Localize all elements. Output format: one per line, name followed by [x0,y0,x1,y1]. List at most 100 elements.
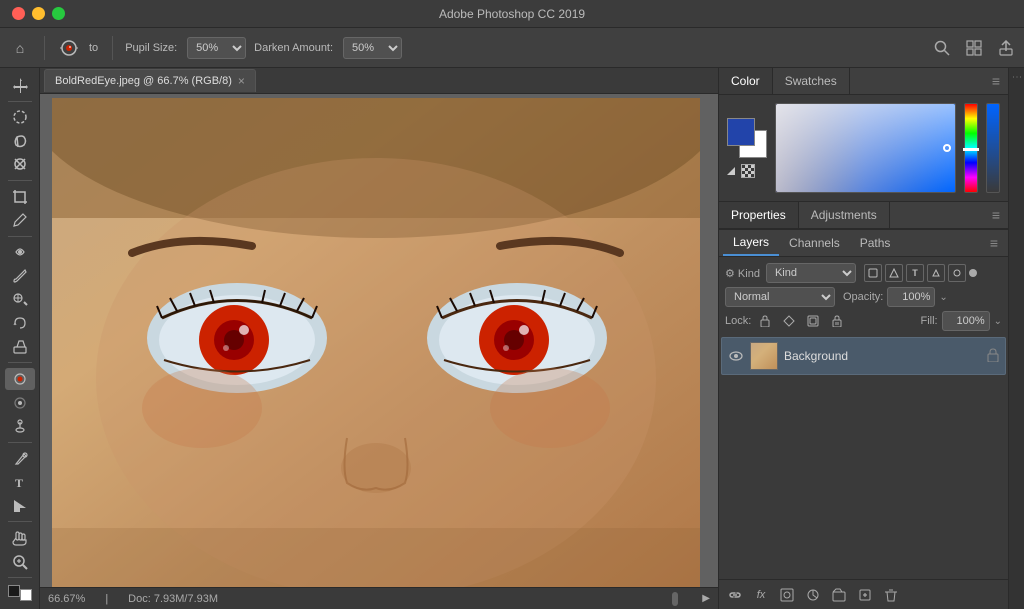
path-select-tool[interactable] [5,495,35,517]
hue-slider[interactable] [964,103,978,193]
opacity-value[interactable]: 100% [887,287,935,307]
close-button[interactable] [12,7,25,20]
color-tab[interactable]: Color [719,68,773,94]
layers-panel-options[interactable]: ≡ [984,235,1004,251]
pixel-filter-icon[interactable] [864,264,882,282]
blend-mode-select[interactable]: Normal Multiply Screen Overlay Soft Ligh… [725,287,835,307]
visibility-toggle[interactable] [728,348,744,364]
lasso-tool[interactable] [5,130,35,152]
fill-stepper[interactable]: ⌄ [994,316,1002,327]
zoom-tool[interactable] [5,551,35,573]
marquee-tool[interactable] [5,106,35,128]
lock-label: Lock: [725,315,751,327]
opacity-stepper[interactable]: ⌄ [939,292,947,303]
layers-tabs: Layers Channels Paths ≡ [719,230,1008,257]
lock-all-icon[interactable] [827,312,847,330]
lock-row: Lock: [725,311,1002,331]
maximize-button[interactable] [52,7,65,20]
properties-tabs: Properties Adjustments ≡ [719,202,1008,229]
brush-tool[interactable] [5,265,35,287]
properties-panel-options[interactable]: ≡ [984,207,1008,223]
to-label: to [89,42,98,54]
layer-thumb-image [751,343,777,369]
darken-amount-select[interactable]: 50% 25% 75% 100% [343,37,402,59]
crop-tool[interactable] [5,186,35,208]
tool-separator-4 [8,362,32,363]
search-icon[interactable] [932,38,952,58]
swatches-tab[interactable]: Swatches [773,68,850,94]
properties-panel: Properties Adjustments ≡ [719,202,1008,230]
dodge-tool[interactable] [5,415,35,437]
adjustments-tab[interactable]: Adjustments [799,202,890,228]
fill-value[interactable]: 100% [942,311,990,331]
paths-tab[interactable]: Paths [850,231,901,255]
kind-row: ⚙ Kind Kind Name Effect T [725,263,1002,283]
toolbar-separator-2 [112,36,113,60]
kind-select[interactable]: Kind Name Effect [766,263,856,283]
tool-separator-6 [8,521,32,522]
color-panel-tabs: Color Swatches ≡ [719,68,1008,95]
move-tool[interactable] [5,74,35,96]
layers-controls: ⚙ Kind Kind Name Effect T [719,257,1008,335]
color-panel-options[interactable]: ≡ [984,73,1008,89]
layer-link-icon[interactable] [725,585,745,605]
pen-tool[interactable] [5,448,35,470]
lock-position-icon[interactable] [779,312,799,330]
tab-bar: BoldRedEye.jpeg @ 66.7% (RGB/8) × [40,68,718,94]
foreground-color-swatch[interactable] [727,118,755,146]
blend-mode-row: Normal Multiply Screen Overlay Soft Ligh… [725,287,1002,307]
eyedropper-tool[interactable] [5,209,35,231]
panel-collapse-dots[interactable]: ⋮ [1011,72,1022,84]
redeye-tool-icon[interactable] [57,36,81,60]
kind-label: ⚙ Kind [725,267,760,280]
delete-layer-icon[interactable] [881,585,901,605]
tab-close-button[interactable]: × [238,74,245,88]
new-group-icon[interactable] [829,585,849,605]
document-tab[interactable]: BoldRedEye.jpeg @ 66.7% (RGB/8) × [44,69,256,92]
hand-tool[interactable] [5,527,35,549]
fx-icon[interactable]: fx [751,585,771,605]
color-picker-cursor [943,144,951,152]
opacity-label: Opacity: [843,291,883,303]
layer-item-background[interactable]: Background [721,337,1006,375]
eraser-tool[interactable] [5,336,35,358]
properties-tab[interactable]: Properties [719,202,799,228]
history-brush-tool[interactable] [5,312,35,334]
canvas-container[interactable] [40,94,718,587]
clone-tool[interactable] [5,289,35,311]
color-picker[interactable] [775,103,956,193]
new-layer-icon[interactable] [855,585,875,605]
arrange-icon[interactable] [964,38,984,58]
lock-artboard-icon[interactable] [803,312,823,330]
toolbar: ⌂ to Pupil Size: 50% 25% 75% 100% Darken… [0,28,1024,68]
blur-tool[interactable] [5,392,35,414]
toolbar-separator [44,36,45,60]
type-tool[interactable]: T [5,471,35,493]
pupil-size-select[interactable]: 50% 25% 75% 100% [187,37,246,59]
layers-tab[interactable]: Layers [723,230,779,256]
healing-tool[interactable] [5,242,35,264]
scroll-arrow[interactable]: ▶ [702,593,710,604]
fg-color-tool[interactable] [6,583,34,603]
redeye-tool-left[interactable] [5,368,35,390]
transparency-icon [727,164,767,178]
right-panel: Color Swatches ≡ [718,68,1008,609]
home-icon[interactable]: ⌂ [8,36,32,60]
minimize-button[interactable] [32,7,45,20]
share-icon[interactable] [996,38,1016,58]
adjustment-layer-icon[interactable] [803,585,823,605]
adjustment-filter-icon[interactable] [885,264,903,282]
quick-select-tool[interactable] [5,153,35,175]
toolbar-right [932,38,1016,58]
shape-filter-icon[interactable] [927,264,945,282]
type-filter-icon[interactable]: T [906,264,924,282]
side-strip: ⋮ [1008,68,1024,609]
scroll-indicator[interactable] [672,592,678,606]
hue-indicator [963,148,979,151]
add-mask-icon[interactable] [777,585,797,605]
tool-separator-3 [8,236,32,237]
lock-pixels-icon[interactable] [755,312,775,330]
smartobj-filter-icon[interactable] [948,264,966,282]
channels-tab[interactable]: Channels [779,231,850,255]
opacity-slider[interactable] [986,103,1000,193]
